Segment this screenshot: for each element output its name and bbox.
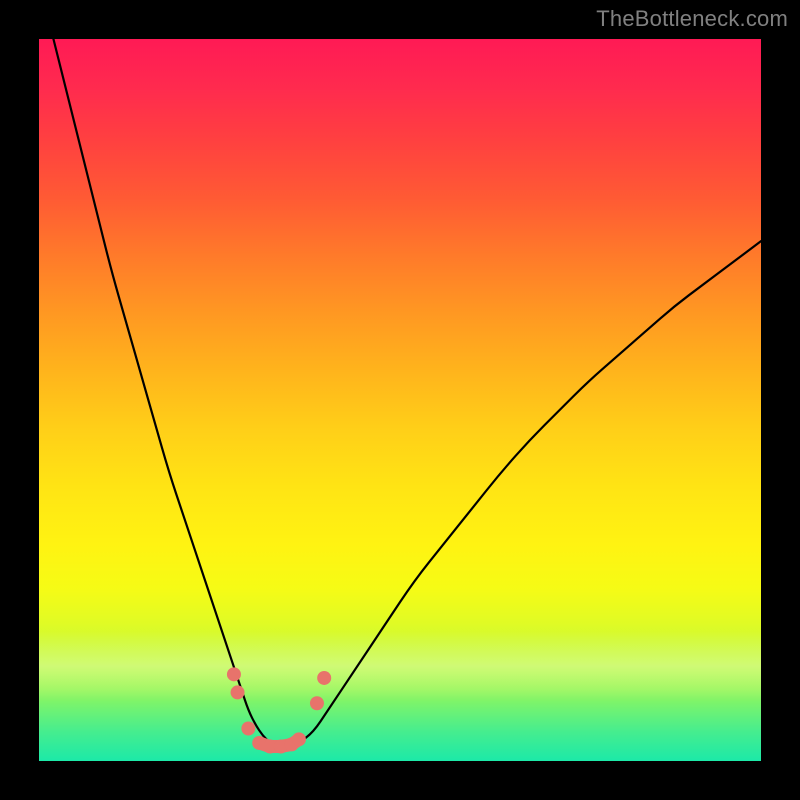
marker-dot — [227, 667, 241, 681]
bottleneck-curve — [39, 0, 761, 747]
markers-group — [227, 667, 331, 753]
watermark-text: TheBottleneck.com — [596, 6, 788, 32]
chart-frame: TheBottleneck.com — [0, 0, 800, 800]
plot-area — [39, 39, 761, 761]
curve-svg — [39, 39, 761, 761]
marker-dot — [241, 722, 255, 736]
marker-dot — [317, 671, 331, 685]
marker-dot — [310, 696, 324, 710]
marker-dot — [231, 685, 245, 699]
marker-dot — [292, 732, 306, 746]
